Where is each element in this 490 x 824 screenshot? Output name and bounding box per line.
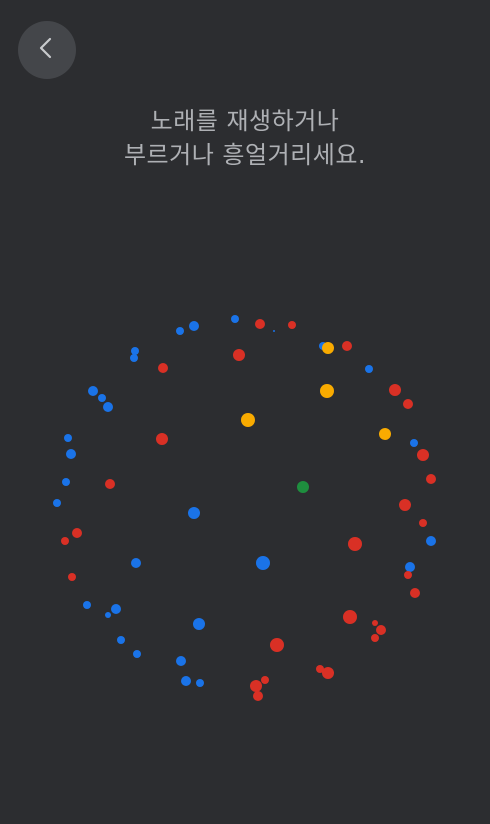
red-dot	[61, 537, 69, 545]
blue-dot	[117, 636, 125, 644]
yellow-dot	[322, 342, 334, 354]
blue-dot	[131, 558, 141, 568]
red-dot	[288, 321, 296, 329]
blue-dot	[53, 499, 61, 507]
blue-dot	[196, 679, 204, 687]
red-dot	[410, 588, 420, 598]
blue-dot	[133, 650, 141, 658]
red-dot	[419, 519, 427, 527]
red-dot	[270, 638, 284, 652]
blue-dot	[103, 402, 113, 412]
red-dot	[156, 433, 168, 445]
listening-animation	[53, 315, 436, 701]
red-dot	[261, 676, 269, 684]
red-dot	[399, 499, 411, 511]
red-dot	[372, 620, 378, 626]
blue-dot	[188, 507, 200, 519]
red-dot	[417, 449, 429, 461]
red-dot	[343, 610, 357, 624]
blue-dot	[181, 676, 191, 686]
blue-dot	[130, 354, 138, 362]
blue-dot	[189, 321, 199, 331]
blue-dot	[176, 656, 186, 666]
blue-dot	[66, 449, 76, 459]
red-dot	[250, 680, 262, 692]
blue-dot	[98, 394, 106, 402]
blue-dot	[426, 536, 436, 546]
yellow-dot	[379, 428, 391, 440]
blue-dot	[231, 315, 239, 323]
red-dot	[68, 573, 76, 581]
blue-dot	[273, 330, 275, 332]
red-dot	[371, 634, 379, 642]
yellow-dot	[241, 413, 255, 427]
red-dot	[105, 479, 115, 489]
red-dot	[426, 474, 436, 484]
blue-dot	[62, 478, 70, 486]
blue-dot	[193, 618, 205, 630]
yellow-dot	[320, 384, 334, 398]
blue-dot	[256, 556, 270, 570]
red-dot	[322, 667, 334, 679]
blue-dot	[105, 612, 111, 618]
blue-dot	[88, 386, 98, 396]
blue-dot	[83, 601, 91, 609]
red-dot	[253, 691, 263, 701]
red-dot	[233, 349, 245, 361]
blue-dot	[64, 434, 72, 442]
blue-dot	[131, 347, 139, 355]
blue-dot	[176, 327, 184, 335]
red-dot	[158, 363, 168, 373]
red-dot	[389, 384, 401, 396]
red-dot	[72, 528, 82, 538]
red-dot	[403, 399, 413, 409]
red-dot	[376, 625, 386, 635]
blue-dot	[111, 604, 121, 614]
red-dot	[342, 341, 352, 351]
red-dot	[255, 319, 265, 329]
blue-dot	[365, 365, 373, 373]
blue-dot	[405, 562, 415, 572]
green-dot	[297, 481, 309, 493]
red-dot	[348, 537, 362, 551]
red-dot	[404, 571, 412, 579]
blue-dot	[410, 439, 418, 447]
